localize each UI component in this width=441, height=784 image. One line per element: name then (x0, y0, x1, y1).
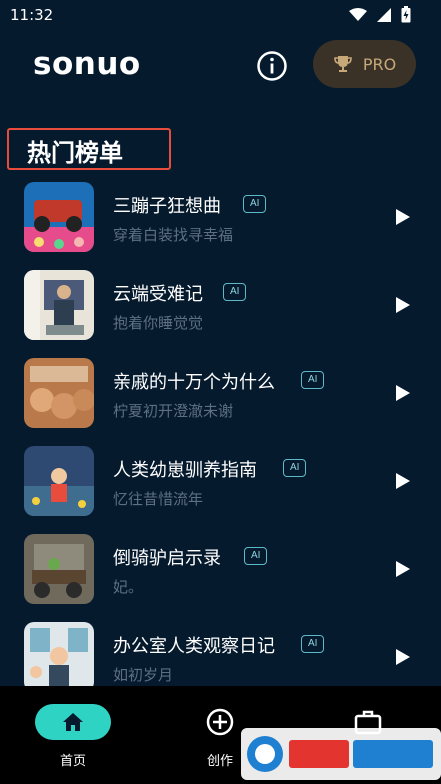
song-title: 亲戚的十万个为什么 (113, 372, 275, 393)
song-title: 云端受难记 (113, 284, 203, 305)
ai-badge: AI (283, 459, 307, 477)
pro-button[interactable]: PRO (313, 40, 416, 88)
section-header: 热门榜单 (7, 128, 171, 170)
play-icon[interactable] (395, 472, 411, 490)
song-cover (24, 270, 94, 340)
status-bar: 11:32 (0, 0, 441, 30)
song-cover (24, 446, 94, 516)
info-icon[interactable] (256, 50, 288, 82)
song-title: 办公室人类观察日记 (113, 636, 275, 657)
play-icon[interactable] (395, 560, 411, 578)
song-item[interactable]: 云端受难记 AI 抱着你睡觉觉 (0, 270, 441, 342)
song-cover (24, 358, 94, 428)
pro-label: PRO (362, 54, 397, 74)
song-artist: 抱着你睡觉觉 (113, 314, 204, 332)
battery-icon (401, 6, 411, 23)
status-icons (349, 6, 411, 23)
song-cover (24, 534, 94, 604)
song-item[interactable]: 人类幼崽驯养指南 AI 忆往昔惜流年 (0, 446, 441, 518)
song-cover (24, 182, 94, 252)
song-title: 三蹦子狂想曲 (113, 196, 221, 217)
play-icon[interactable] (395, 296, 411, 314)
song-cover (24, 622, 94, 692)
home-icon (63, 713, 83, 731)
trophy-icon (334, 56, 352, 72)
play-icon[interactable] (395, 384, 411, 402)
app-bar: sonuo PRO (0, 36, 441, 96)
nav-home-label: 首页 (59, 754, 86, 769)
song-artist: 柠夏初开澄澈未谢 (113, 402, 234, 420)
song-title: 倒骑驴启示录 (113, 548, 221, 569)
ai-badge: AI (223, 283, 247, 301)
song-item[interactable]: 三蹦子狂想曲 AI 穿着白装找寻幸福 (0, 182, 441, 254)
ai-badge: AI (244, 547, 268, 565)
play-icon[interactable] (395, 208, 411, 226)
song-item[interactable]: 倒骑驴启示录 AI 妃。 (0, 534, 441, 606)
play-icon[interactable] (395, 648, 411, 666)
song-artist: 妃。 (113, 578, 144, 596)
nav-home-pill (35, 704, 111, 740)
ai-badge: AI (301, 371, 325, 389)
song-item[interactable]: 亲戚的十万个为什么 AI 柠夏初开澄澈未谢 (0, 358, 441, 430)
song-artist: 如初岁月 (113, 666, 174, 684)
song-title: 人类幼崽驯养指南 (113, 460, 257, 481)
wifi-icon (349, 7, 367, 21)
nav-home[interactable]: 首页 (23, 704, 123, 769)
add-circle-icon (206, 708, 234, 736)
ai-badge: AI (301, 635, 325, 653)
watermark-logo (241, 728, 441, 780)
section-title: 热门榜单 (27, 139, 123, 167)
status-time: 11:32 (10, 6, 54, 24)
signal-icon (377, 7, 391, 22)
app-title: sonuo (33, 46, 141, 82)
nav-create-icon-wrap (202, 704, 238, 740)
song-item[interactable]: 办公室人类观察日记 AI 如初岁月 (0, 622, 441, 694)
song-artist: 穿着白装找寻幸福 (113, 226, 234, 244)
song-artist: 忆往昔惜流年 (113, 490, 204, 508)
ai-badge: AI (243, 195, 267, 213)
